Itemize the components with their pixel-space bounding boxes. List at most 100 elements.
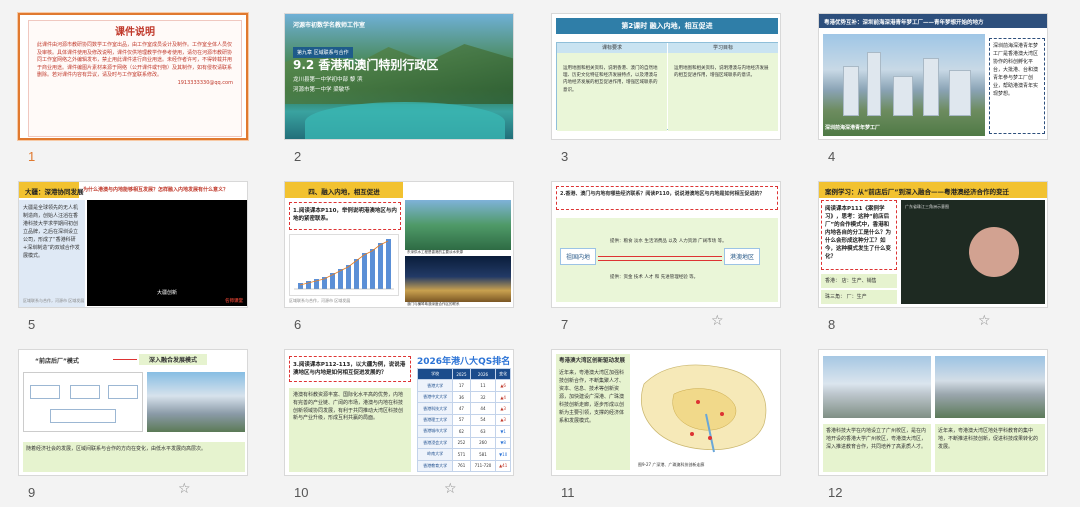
slide-question: 为什么港澳与内地能够相互发展？怎样融入内地发展有什么意义？: [83, 187, 229, 193]
table-header-goal: 学习目标: [668, 43, 778, 53]
question-box: 3.阅读课本P112-113，以大疆为例，说说港澳地区与内地是如何相互促进发展的…: [289, 356, 411, 382]
slide-preview[interactable]: 四、融入内地，相互促进 1.阅读课本P110，举例说明港澳地区与内地的紧密联系。…: [284, 181, 514, 308]
table-cell: 63: [469, 425, 497, 438]
summary-text: 随着经济社会的发展，区域间联系与合作的方向在变化，由低水平发展向高层次。: [23, 442, 245, 472]
table-cell: 香港理工大学: [416, 413, 454, 427]
table-header-row: 学校 2025 2026 变化: [416, 367, 511, 381]
table-cell: 252: [452, 436, 471, 450]
table-cell: ▼10: [495, 448, 511, 461]
table-header-standard: 课标要求: [557, 43, 667, 53]
table-cell: 变化: [495, 367, 511, 381]
slide-title: “前店后厂”模式: [35, 358, 79, 365]
arrow-right: [598, 256, 722, 257]
slide-preview[interactable]: 2.香港、澳门与内地有哪些经济联系？阅读P110，说说港澳地区与内地是如何相互促…: [551, 181, 781, 308]
reservoir-photo: [405, 200, 511, 250]
table-cell: 香港教育大学: [416, 459, 454, 472]
table-cell: 香港城市大学: [416, 425, 454, 438]
ranking-title-qs: QS排名: [478, 357, 511, 367]
slide-preview[interactable]: 粤港优势互补：深圳前海深港青年梦工厂——青年梦想开始的地方 深圳前海深港青年梦工…: [818, 13, 1048, 140]
mainland-provides: 提供：粮食 淡水 生活消费品 以及 人力资源 广阔市场 等。: [610, 239, 727, 244]
qs-ranking-table: 学校 2025 2026 变化 香港大学 17 11 ▲6 香港中文大学 36 32 ▲4 香港科技大学…: [416, 367, 511, 472]
ranking-title-text: 2026年港八大: [417, 357, 479, 367]
table-cell: 11: [469, 379, 497, 392]
table-row: 香港教育大学 761 711-720 ▲41: [416, 459, 511, 472]
handshake-icon: [969, 227, 1019, 277]
table-cell: ▲6: [495, 379, 511, 392]
slide-number: 12: [828, 485, 843, 500]
slide-footer: 区域联系与合作，河源市 区域发展: [289, 298, 351, 303]
table-row: 香港科技大学 47 44 ▲3: [416, 402, 511, 415]
arrow-line: [113, 359, 137, 360]
table-cell: 学校: [416, 367, 454, 381]
slide-number: 6: [294, 317, 302, 332]
slide-text-2: 近年来，粤港澳大湾区地处学科教育的集中地，不断推进科技创新，促进科技成果转化的发…: [935, 424, 1045, 472]
photo-caption: 深圳前海深港青年梦工厂: [825, 125, 881, 131]
answer-text: 港澳有科教资源丰富、国际化水平高的优势，内地有完善的产业链、广阔的市场，港澳与内…: [289, 388, 411, 472]
building-shape: [923, 58, 939, 116]
table-cell: 香港大学: [416, 379, 454, 392]
lesson-title: 9.2 香港和澳门特别行政区: [293, 58, 439, 72]
slide-preview[interactable]: “前店后厂”模式 深入融合发展模式 随着经济社会的发展，区域间联系与合作的方向在…: [18, 349, 248, 476]
table-cell: 260: [469, 436, 497, 450]
flow-box: [30, 385, 60, 399]
table-cell-goal: 运用地图和相关资料，说明港澳与内地经济发展的相互促进作用，增强区域联系的意识。: [668, 53, 778, 131]
flow-box: [108, 385, 138, 399]
map-caption: 图9-27 广深港、广珠澳科技创新走廊: [638, 462, 705, 467]
animation-star-icon[interactable]: ☆: [178, 481, 191, 497]
slide-preview[interactable]: 课件说明 此课件由河源市教研协同数学工作室出品，由工作室成员设计及制作。工作室全…: [18, 13, 248, 140]
table-cell: 711-720: [469, 459, 497, 472]
ranking-title: 2026年港八大QS排名: [417, 354, 510, 367]
slide-preview[interactable]: 大疆：深港协同发展 为什么港澳与内地能够相互发展？怎样融入内地发展有什么意义？ …: [18, 181, 248, 308]
note-box: 深圳前海深港青年梦工厂是香港澳大湾区协作的科创孵化平台，大批港、台和澳青年参与梦…: [989, 38, 1045, 134]
logo: 名师课堂: [225, 299, 243, 304]
slide-title-2: 深入融合发展模式: [139, 354, 208, 365]
table-cell: 2026: [469, 367, 497, 381]
video-player[interactable]: 大疆创新: [87, 200, 247, 306]
flow-box: [70, 385, 100, 399]
table-cell-standard: 运用地图和相关资料，说明香港、澳门的自然地理、历史文化特征和经济发展特点，以及港…: [557, 53, 667, 131]
table-cell: 44: [469, 402, 497, 415]
prd-role: 珠三角： 厂：生产: [821, 290, 897, 304]
slide-number: 11: [561, 485, 575, 500]
author-line-2: 河源市第一中学 梁敏华: [293, 87, 350, 93]
slide-preview[interactable]: 香港科技大学在内地设立了广州校区，是在内地开设的香港大学广州校区，粤港澳大湾区，…: [818, 349, 1048, 476]
table-cell: ▼8: [495, 436, 511, 450]
building-shape: [843, 66, 859, 116]
slide-number: 7: [561, 317, 569, 332]
macau-night-photo: [405, 256, 511, 302]
campus-photo-1: [823, 356, 931, 418]
hkmacau-label: 港澳地区: [724, 248, 761, 265]
map-caption: 广东省珠江三角洲示意图: [905, 204, 949, 209]
arrow-left: [598, 260, 722, 261]
table-cell: 581: [469, 448, 497, 461]
slide-number: 9: [28, 485, 36, 500]
slide-header: 粤港优势互补：深圳前海深港青年梦工厂——青年梦想开始的地方: [819, 14, 1047, 28]
slide-preview[interactable]: 粤港澳大湾区创新驱动发展 近年来，粤港澳大湾区加强科技创新合作，不断集聚人才、资…: [551, 349, 781, 476]
table-cell: 17: [452, 379, 471, 392]
table-cell: 岭南大学: [416, 448, 454, 461]
slide-preview[interactable]: 第2课时 融入内地，相互促进 课标要求 学习目标 运用地图和相关资料，说明香港、…: [551, 13, 781, 140]
table-cell: ▼1: [495, 425, 511, 438]
slide-text-1: 香港科技大学在内地设立了广州校区，是在内地开设的香港大学广州校区，粤港澳大湾区，…: [823, 424, 931, 472]
table-row: 香港理工大学 57 54 ▲3: [416, 413, 511, 427]
table-cell: 47: [452, 402, 471, 415]
lesson-header: 第2课时 融入内地，相互促进: [556, 18, 778, 34]
slide-preview[interactable]: 河源市初数学名教师工作室 第九章 区域联系与合作 9.2 香港和澳门特别行政区 …: [284, 13, 514, 140]
hkmacau-provides: 提供：资金 技术 人才 和 先进管理经验 等。: [610, 275, 699, 280]
slide-preview[interactable]: 3.阅读课本P112-113，以大疆为例，说说港澳地区与内地是如何相互促进发展的…: [284, 349, 514, 476]
slide-preview[interactable]: 案例学习：从“前店后厂”到深入融合——粤港澳经济合作的变迁 阅读课本P111《案…: [818, 181, 1048, 308]
gba-map: 图9-27 广深港、广珠澳科技创新走廊: [634, 354, 778, 470]
slide-title: 粤港澳大湾区创新驱动发展: [559, 358, 626, 364]
animation-star-icon[interactable]: ☆: [711, 313, 724, 329]
map-graphic: [641, 364, 767, 453]
table-row: 岭南大学 571 581 ▼10: [416, 448, 511, 461]
slide-number: 3: [561, 149, 569, 164]
table-row: 香港城市大学 62 63 ▼1: [416, 425, 511, 438]
slide-text: 大疆是全球领先的无人机制造商，创始人汪滔在香港科技大学求学期间初创立品牌，之后在…: [19, 200, 85, 307]
slide-footer: 区域联系与合作，河源市 区域发展: [23, 298, 85, 303]
animation-star-icon[interactable]: ☆: [978, 313, 991, 329]
table-cell: 香港中文大学: [416, 390, 454, 404]
city-photo: [823, 34, 985, 136]
animation-star-icon[interactable]: ☆: [444, 481, 457, 497]
table-cell: 57: [452, 413, 471, 427]
